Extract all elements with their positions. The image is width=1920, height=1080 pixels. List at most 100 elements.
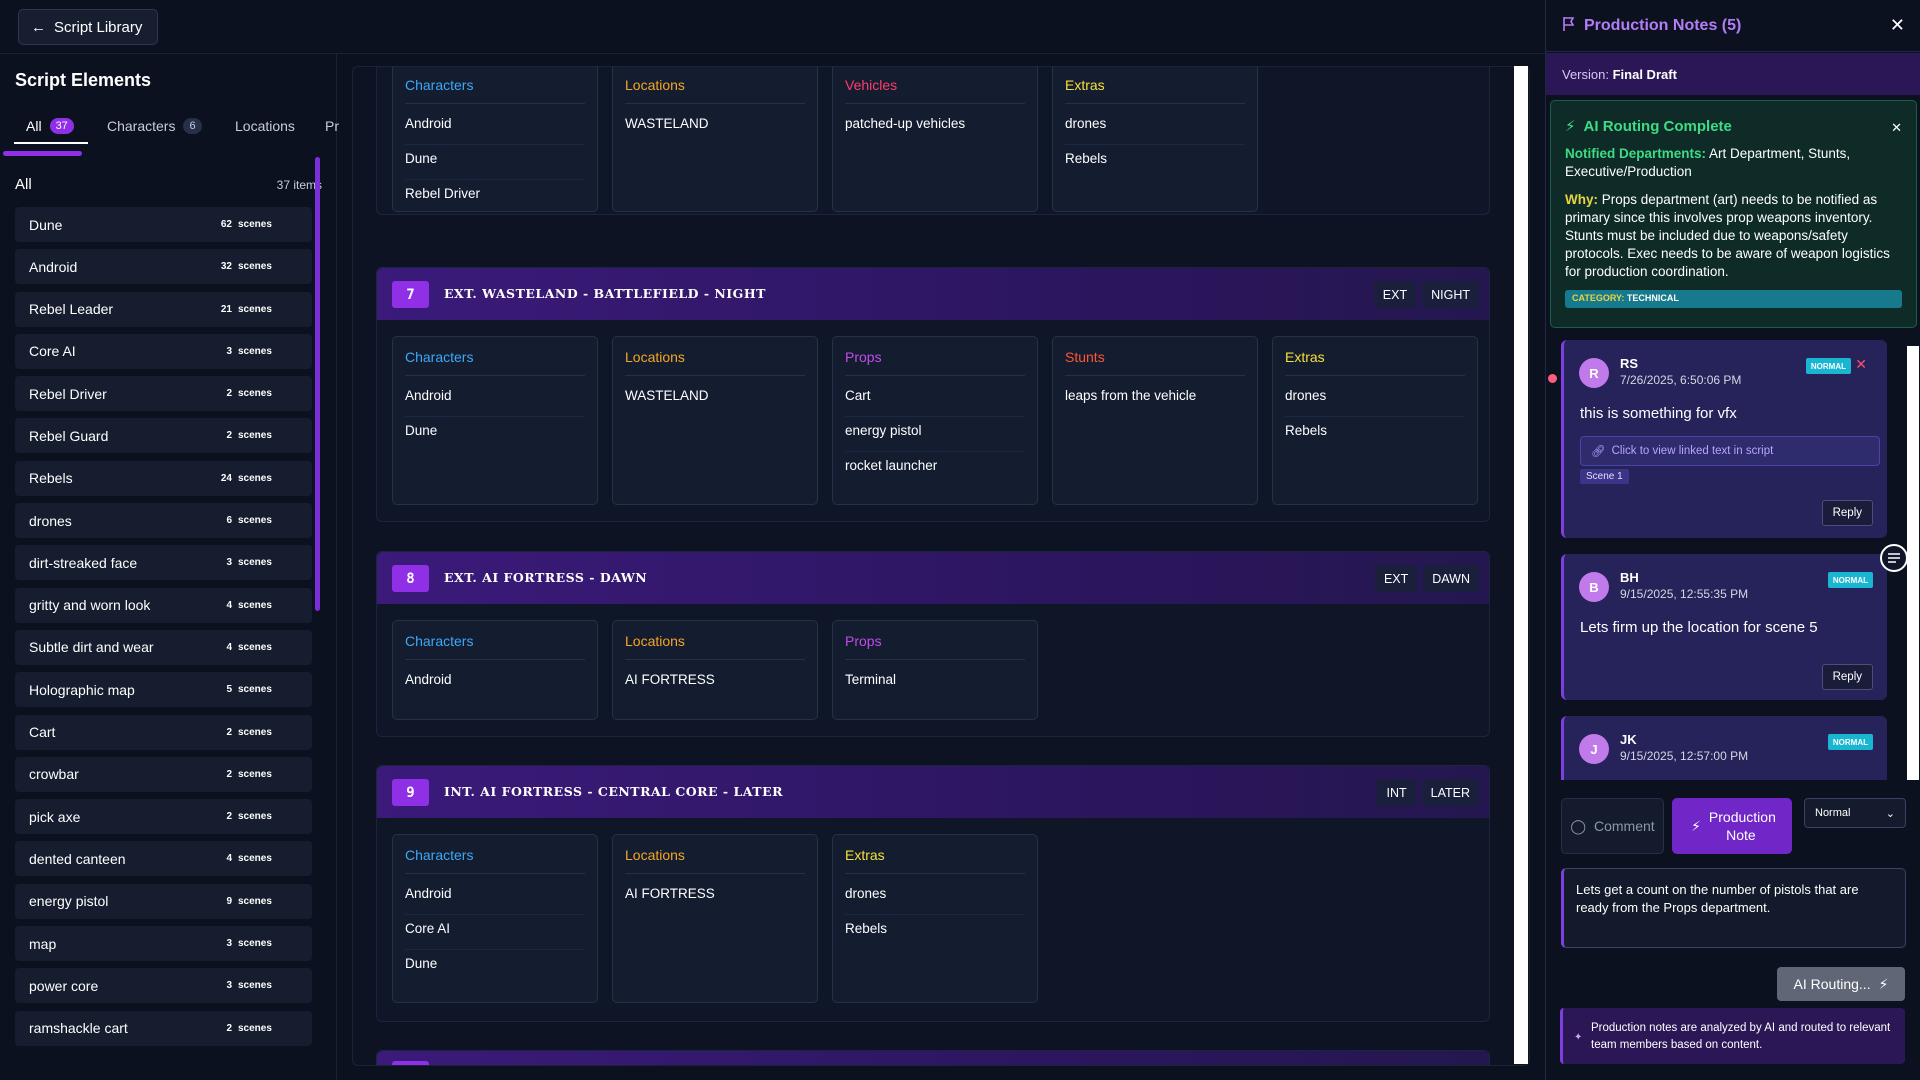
script-library-back-button[interactable]: ← Script Library [18, 9, 159, 45]
comment-mode-button[interactable]: ◯ Comment [1561, 798, 1664, 854]
note-textarea[interactable]: Lets get a count on the number of pistol… [1561, 868, 1906, 948]
element-list-item[interactable]: Holographic map 5 scenes [15, 672, 312, 708]
category-item[interactable]: AI FORTRESS [625, 880, 805, 915]
category-item[interactable]: AI FORTRESS [625, 666, 805, 701]
category-item[interactable]: Rebel Driver [405, 180, 585, 215]
tab-locations[interactable]: Locations [235, 110, 295, 142]
element-list-item[interactable]: pick axe 2 scenes [15, 799, 312, 835]
panel-title: Script Elements [15, 70, 152, 90]
element-list-item[interactable]: Rebels 24 scenes [15, 460, 312, 496]
category-item[interactable]: WASTELAND [625, 110, 805, 145]
reply-button[interactable]: Reply [1821, 500, 1873, 526]
scene-chip[interactable]: Scene 1 [1580, 469, 1629, 484]
element-list-item[interactable]: dented canteen 4 scenes [15, 841, 312, 877]
reply-button[interactable]: Reply [1821, 664, 1873, 690]
category-heading: Locations [625, 633, 805, 660]
scenes-label: scenes [238, 1022, 272, 1034]
chevron-down-icon: ⌄ [1885, 807, 1895, 820]
element-list-item[interactable]: Cart 2 scenes [15, 714, 312, 750]
element-name: Core AI [29, 343, 76, 360]
scene-count: 6 [226, 515, 232, 527]
scene-count: 3 [226, 938, 232, 950]
delete-icon[interactable]: ✕ [1855, 356, 1867, 373]
scene-header[interactable] [377, 1051, 1489, 1065]
tab-count-badge: 6 [183, 118, 202, 134]
element-list-item[interactable]: dirt-streaked face 3 scenes [15, 545, 312, 581]
element-list-item[interactable]: power core 3 scenes [15, 968, 312, 1004]
element-list-item[interactable]: drones 6 scenes [15, 503, 312, 539]
category-item[interactable]: Rebels [845, 915, 1025, 950]
element-name: power core [29, 977, 99, 994]
element-name: Rebel Guard [29, 427, 109, 444]
element-list-scrollbar[interactable] [315, 157, 320, 611]
element-list-item[interactable]: Android 32 scenes [15, 249, 312, 285]
scene-header[interactable]: 8 EXT. AI FORTRESS - DAWN EXT DAWN [377, 552, 1489, 604]
scene-header[interactable]: 7 EXT. WASTELAND - BATTLEFIELD - NIGHT EXT… [377, 268, 1489, 320]
category-item[interactable]: Android [405, 666, 585, 701]
element-list-item[interactable]: Dune 62 scenes [15, 207, 312, 242]
scene-categories: Characters Android Core AI Dune Locations AI … [392, 834, 1038, 1003]
category-card: Characters Android Dune [392, 336, 598, 505]
category-item[interactable]: Android [405, 110, 585, 145]
avatar: R [1579, 358, 1609, 388]
category-item[interactable]: patched-up vehicles [845, 110, 1025, 145]
notes-scrollbar[interactable] [1907, 346, 1919, 780]
element-list-item[interactable]: Subtle dirt and wear 4 scenes [15, 629, 312, 665]
element-list-item[interactable]: energy pistol 9 scenes [15, 883, 312, 919]
tab-props[interactable]: Pr [325, 110, 339, 142]
production-note-mode-button[interactable]: ⚡︎ Production Note [1672, 798, 1792, 854]
category-item[interactable]: Android [405, 880, 585, 915]
linked-text-button[interactable]: 🔗︎ Click to view linked text in script [1580, 436, 1880, 466]
close-icon[interactable]: ✕ [1891, 120, 1902, 136]
ai-routing-button[interactable]: AI Routing... ⚡︎ [1777, 967, 1905, 1001]
scenes-label: scenes [238, 515, 272, 527]
close-icon[interactable]: ✕ [1890, 15, 1905, 36]
ai-info-banner: ✦ Production notes are analyzed by AI an… [1560, 1008, 1905, 1064]
category-item[interactable]: drones [1065, 110, 1245, 145]
avatar: J [1579, 734, 1609, 764]
category-item[interactable]: Terminal [845, 666, 1025, 701]
element-list-item[interactable]: Rebel Guard 2 scenes [15, 418, 312, 454]
scene-header[interactable]: 9 INT. AI FORTRESS - CENTRAL CORE - LATER… [377, 766, 1489, 818]
scene-tag: EXT [1374, 565, 1418, 592]
category-item[interactable]: rocket launcher [845, 452, 1025, 487]
priority-select[interactable]: Normal ⌄ [1804, 798, 1906, 828]
category-item[interactable]: Rebels [1285, 417, 1465, 452]
element-name: Android [29, 258, 78, 275]
tab-all[interactable]: All 37 [26, 110, 74, 142]
scene-count: 2 [226, 811, 232, 823]
category-item[interactable]: Rebels [1065, 145, 1245, 180]
element-name: gritty and worn look [29, 597, 151, 614]
element-list-item[interactable]: Rebel Driver 2 scenes [15, 376, 312, 412]
tab-characters[interactable]: Characters 6 [107, 110, 202, 142]
category-item[interactable]: Dune [405, 145, 585, 180]
element-list-item[interactable]: ramshackle cart 2 scenes [15, 1010, 312, 1046]
scene-count: 2 [226, 768, 232, 780]
lightning-icon: ⚡︎ [1878, 975, 1889, 992]
element-list-item[interactable]: map 3 scenes [15, 926, 312, 962]
category-item[interactable]: Cart [845, 382, 1025, 417]
category-item[interactable]: Dune [405, 417, 585, 452]
category-item[interactable]: drones [1285, 382, 1465, 417]
element-list-item[interactable]: gritty and worn look 4 scenes [15, 587, 312, 623]
category-item[interactable]: WASTELAND [625, 382, 805, 417]
scenes-label: scenes [238, 980, 272, 992]
note-message: Lets firm up the location for scene 5 [1580, 619, 1818, 636]
category-item[interactable]: Dune [405, 950, 585, 985]
scene-area-scrollbar[interactable] [1514, 66, 1528, 1064]
category-item[interactable]: drones [845, 880, 1025, 915]
element-list-item[interactable]: crowbar 2 scenes [15, 756, 312, 792]
element-name: dirt-streaked face [29, 554, 138, 571]
filter-toggle-button[interactable] [1880, 544, 1908, 572]
category-item[interactable]: Core AI [405, 915, 585, 950]
element-list: Dune 62 scenes Android 32 scenes Rebel Leader 2… [15, 207, 312, 1053]
element-list-item[interactable]: Rebel Leader 21 scenes [15, 291, 312, 327]
tabs-scroll-indicator[interactable] [3, 151, 82, 156]
element-list-item[interactable]: Core AI 3 scenes [15, 333, 312, 369]
category-item[interactable]: Android [405, 382, 585, 417]
back-button-label: Script Library [54, 18, 143, 36]
category-item[interactable]: leaps from the vehicle [1065, 382, 1245, 417]
scene-heading: EXT. WASTELAND - BATTLEFIELD - NIGHT [444, 286, 766, 301]
category-heading: Locations [625, 847, 805, 874]
category-item[interactable]: energy pistol [845, 417, 1025, 452]
